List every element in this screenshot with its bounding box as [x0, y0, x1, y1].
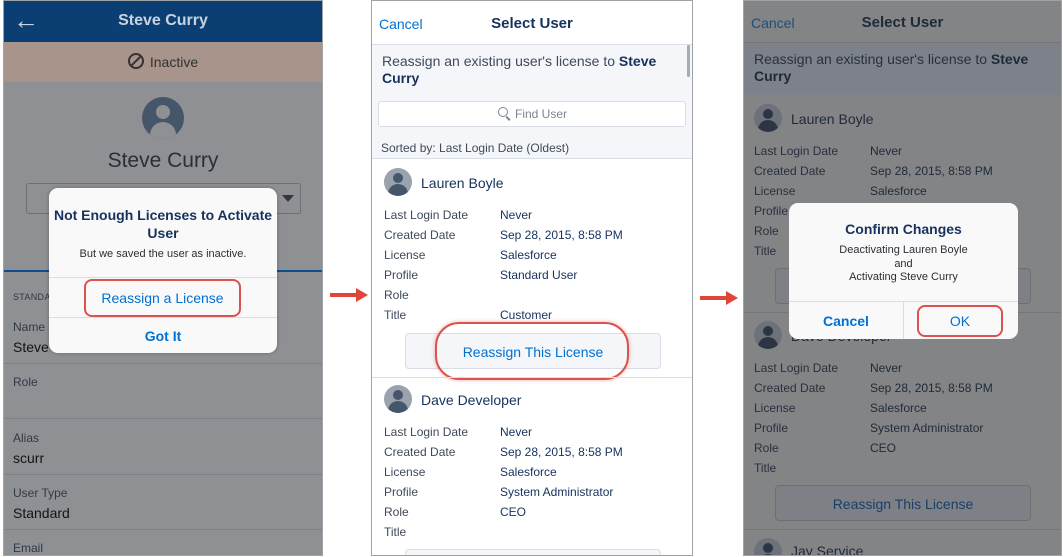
dialog-message: Deactivating Lauren Boyle and Activating… — [839, 244, 968, 283]
info-panel: Reassign an existing user's license to S… — [371, 45, 693, 159]
field-value-name: Steve — [13, 339, 49, 355]
info-panel: Reassign an existing user's license to S… — [743, 43, 1062, 95]
highlight-circle — [435, 322, 629, 380]
field-label: Created Date — [754, 164, 826, 178]
dialog-message: But we saved the user as inactive. — [79, 248, 247, 260]
license-error-dialog: Not Enough Licenses to Activate User But… — [49, 188, 277, 353]
avatar — [384, 168, 412, 196]
reassign-license-button[interactable]: Reassign a License — [84, 279, 241, 317]
dialog-title: Confirm Changes — [845, 221, 962, 237]
field-value: Salesforce — [870, 401, 927, 415]
field-label: Role — [384, 505, 409, 519]
reassign-this-license-button[interactable] — [405, 549, 661, 556]
field-value: CEO — [870, 441, 897, 455]
field-value: System Administrator — [500, 485, 614, 499]
reassign-this-license-button[interactable]: Reassign This License — [775, 485, 1031, 521]
field-label: Role — [754, 224, 779, 238]
field-label: Last Login Date — [384, 208, 469, 222]
field-value: Standard User — [500, 268, 578, 282]
flow-arrow-icon — [330, 288, 370, 302]
section-label: STANDA — [13, 292, 51, 302]
field-value: Customer — [500, 308, 553, 322]
select-user-screen: Cancel Select User Reassign an existing … — [371, 0, 693, 556]
field-label-email: Email — [13, 541, 44, 555]
user-name: Dave Developer — [421, 392, 522, 408]
field-label: Last Login Date — [754, 144, 839, 158]
status-banner: Inactive — [3, 42, 323, 82]
field-label-name: Name — [13, 320, 46, 334]
nav-bar: Cancel Select User — [743, 0, 1062, 43]
user-name: Lauren Boyle — [791, 111, 874, 127]
field-label: Role — [384, 288, 409, 302]
nav-bar: Cancel Select User — [371, 0, 693, 45]
confirm-changes-screen: Cancel Select User Reassign an existing … — [743, 0, 1062, 556]
field-label-user-type: User Type — [13, 486, 68, 500]
avatar — [754, 104, 782, 132]
field-value: Salesforce — [870, 184, 927, 198]
dialog-title: Not Enough Licenses to Activate User — [53, 207, 273, 241]
field-label: License — [754, 184, 796, 198]
field-value: Sep 28, 2015, 8:58 PM — [500, 228, 623, 242]
page-title: Select User — [491, 15, 573, 32]
field-value: System Administrator — [870, 421, 984, 435]
field-label: Title — [384, 525, 407, 539]
field-label: Title — [384, 308, 407, 322]
field-label: Profile — [754, 204, 789, 218]
ok-button[interactable]: OK — [917, 305, 1003, 337]
field-value: Salesforce — [500, 248, 557, 262]
cancel-button[interactable]: Cancel — [789, 313, 903, 329]
field-label: License — [384, 248, 426, 262]
avatar — [384, 385, 412, 413]
user-name: Steve Curry — [107, 149, 219, 172]
field-label: Profile — [384, 485, 419, 499]
field-label: Created Date — [384, 445, 456, 459]
field-label-role: Role — [13, 375, 38, 389]
field-label: Created Date — [754, 381, 826, 395]
search-input[interactable]: Find User — [378, 101, 686, 127]
user-name: Jay Service — [791, 543, 864, 556]
field-value: Never — [870, 361, 903, 375]
status-text: Inactive — [149, 54, 199, 70]
field-label: Last Login Date — [384, 425, 469, 439]
field-value: Never — [870, 144, 903, 158]
search-placeholder: Find User — [515, 107, 568, 121]
chevron-down-icon[interactable] — [282, 195, 294, 202]
field-value: Sep 28, 2015, 8:58 PM — [500, 445, 623, 459]
user-name: Lauren Boyle — [421, 175, 504, 191]
page-title: Select User — [861, 14, 944, 31]
user-detail-screen: ← Steve Curry Inactive Steve Curry STAND… — [3, 0, 323, 556]
field-label: Last Login Date — [754, 361, 839, 375]
field-value-alias: scurr — [13, 450, 45, 466]
field-value: Salesforce — [500, 465, 557, 479]
field-label: Role — [754, 441, 779, 455]
sort-label: Sorted by: Last Login Date (Oldest) — [381, 141, 570, 155]
header-bar: ← Steve Curry — [3, 0, 323, 42]
field-value: Never — [500, 425, 533, 439]
field-value: Sep 28, 2015, 8:58 PM — [870, 164, 993, 178]
reassign-description: Reassign an existing user's license to S… — [382, 53, 657, 86]
no-entry-icon — [127, 53, 144, 69]
field-value: CEO — [500, 505, 527, 519]
field-label: License — [754, 401, 796, 415]
field-label: Title — [754, 461, 777, 475]
avatar — [754, 538, 782, 556]
avatar — [754, 321, 782, 349]
field-value-user-type: Standard — [13, 505, 70, 521]
flow-arrow-icon — [700, 291, 740, 305]
got-it-button[interactable]: Got It — [49, 328, 277, 344]
scrollbar[interactable] — [687, 45, 690, 77]
avatar — [142, 97, 184, 139]
header-title: Steve Curry — [118, 12, 208, 29]
field-label-alias: Alias — [13, 431, 40, 445]
reassign-description: Reassign an existing user's license to S… — [754, 51, 1029, 84]
field-label: Title — [754, 244, 777, 258]
search-icon — [498, 107, 508, 117]
field-label: License — [384, 465, 426, 479]
confirm-changes-dialog: Confirm Changes Deactivating Lauren Boyl… — [789, 203, 1018, 339]
field-label: Profile — [384, 268, 419, 282]
field-value: Sep 28, 2015, 8:58 PM — [870, 381, 993, 395]
field-value: Never — [500, 208, 533, 222]
field-label: Created Date — [384, 228, 456, 242]
field-label: Profile — [754, 421, 789, 435]
